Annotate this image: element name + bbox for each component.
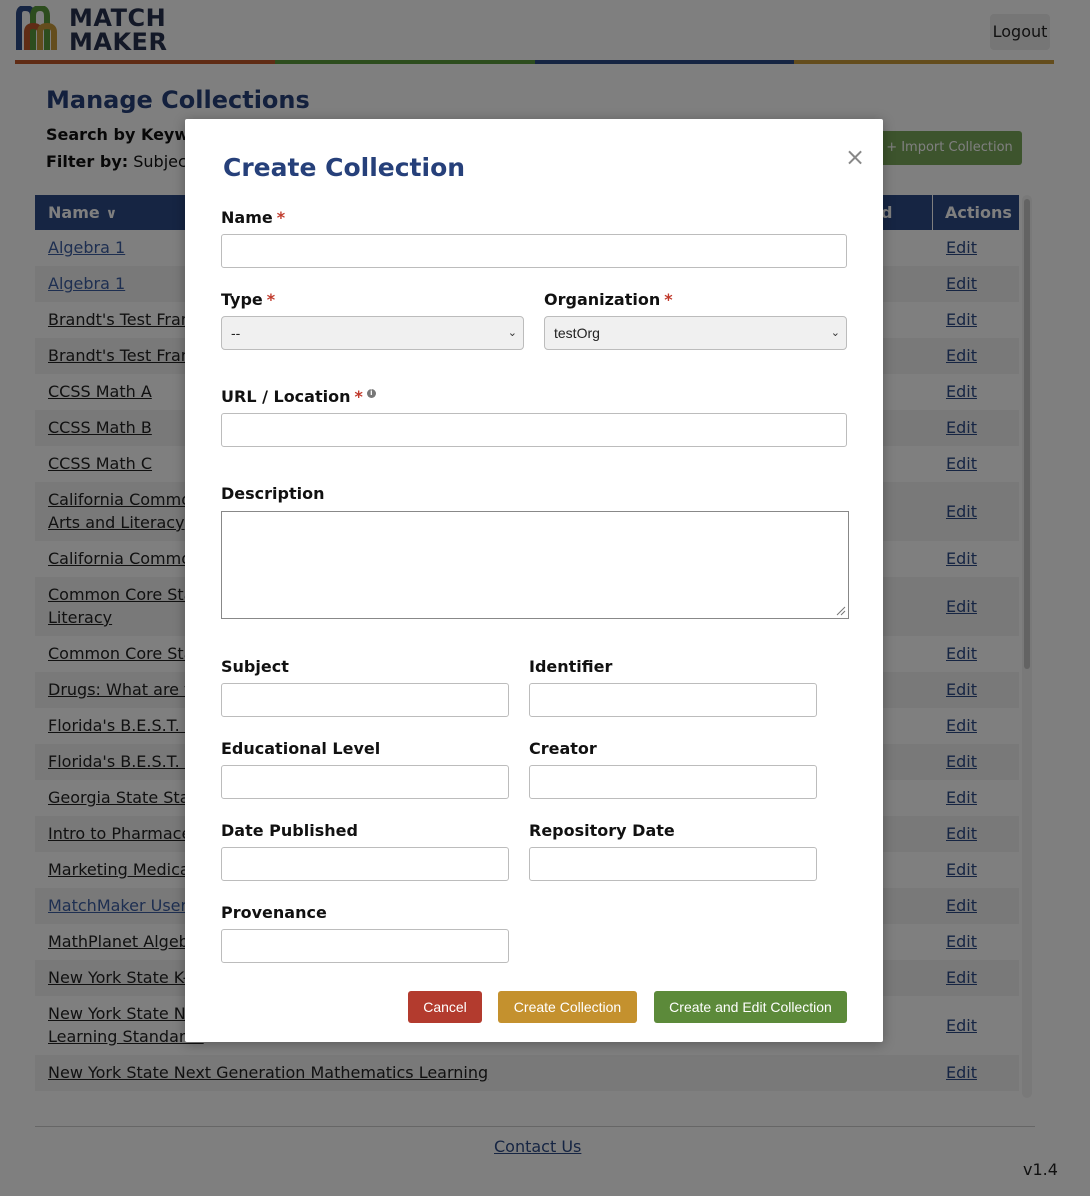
resize-grip-icon[interactable] <box>836 606 846 616</box>
organization-label-text: Organization <box>544 290 661 309</box>
chevron-down-icon: ⌄ <box>507 327 517 339</box>
name-label: Name * <box>221 208 285 227</box>
url-label: URL / Location * i <box>221 387 376 406</box>
create-collection-modal: Create Collection × Name * Type * -- ⌄ Orga… <box>185 119 883 1042</box>
chevron-down-icon: ⌄ <box>830 327 840 339</box>
name-label-text: Name <box>221 208 273 227</box>
educational-level-label: Educational Level <box>221 739 381 758</box>
subject-label: Subject <box>221 657 289 676</box>
repository-date-input[interactable] <box>529 847 817 881</box>
organization-select-value: testOrg <box>554 325 600 341</box>
identifier-label: Identifier <box>529 657 613 676</box>
creator-label: Creator <box>529 739 597 758</box>
info-icon[interactable]: i <box>366 389 376 398</box>
identifier-input[interactable] <box>529 683 817 717</box>
create-and-edit-collection-button[interactable]: Create and Edit Collection <box>654 991 847 1023</box>
create-collection-button[interactable]: Create Collection <box>498 991 637 1023</box>
subject-input[interactable] <box>221 683 509 717</box>
type-select-value: -- <box>231 325 241 341</box>
required-mark: * <box>354 387 363 406</box>
required-mark: * <box>276 208 286 227</box>
url-label-text: URL / Location <box>221 387 351 406</box>
type-label: Type * <box>221 290 275 309</box>
cancel-button[interactable]: Cancel <box>408 991 482 1023</box>
provenance-label: Provenance <box>221 903 327 922</box>
educational-level-input[interactable] <box>221 765 509 799</box>
type-select[interactable]: -- ⌄ <box>221 316 524 350</box>
provenance-input[interactable] <box>221 929 509 963</box>
required-mark: * <box>664 290 673 309</box>
type-label-text: Type <box>221 290 263 309</box>
creator-input[interactable] <box>529 765 817 799</box>
organization-label: Organization * <box>544 290 673 309</box>
name-input[interactable] <box>221 234 847 268</box>
url-input[interactable] <box>221 413 847 447</box>
date-published-label: Date Published <box>221 821 358 840</box>
repository-date-label: Repository Date <box>529 821 675 840</box>
modal-title: Create Collection <box>223 153 466 182</box>
close-icon[interactable]: × <box>845 145 865 169</box>
organization-select[interactable]: testOrg ⌄ <box>544 316 847 350</box>
description-textarea[interactable] <box>221 511 849 619</box>
required-mark: * <box>266 290 276 309</box>
description-label: Description <box>221 484 325 503</box>
date-published-input[interactable] <box>221 847 509 881</box>
